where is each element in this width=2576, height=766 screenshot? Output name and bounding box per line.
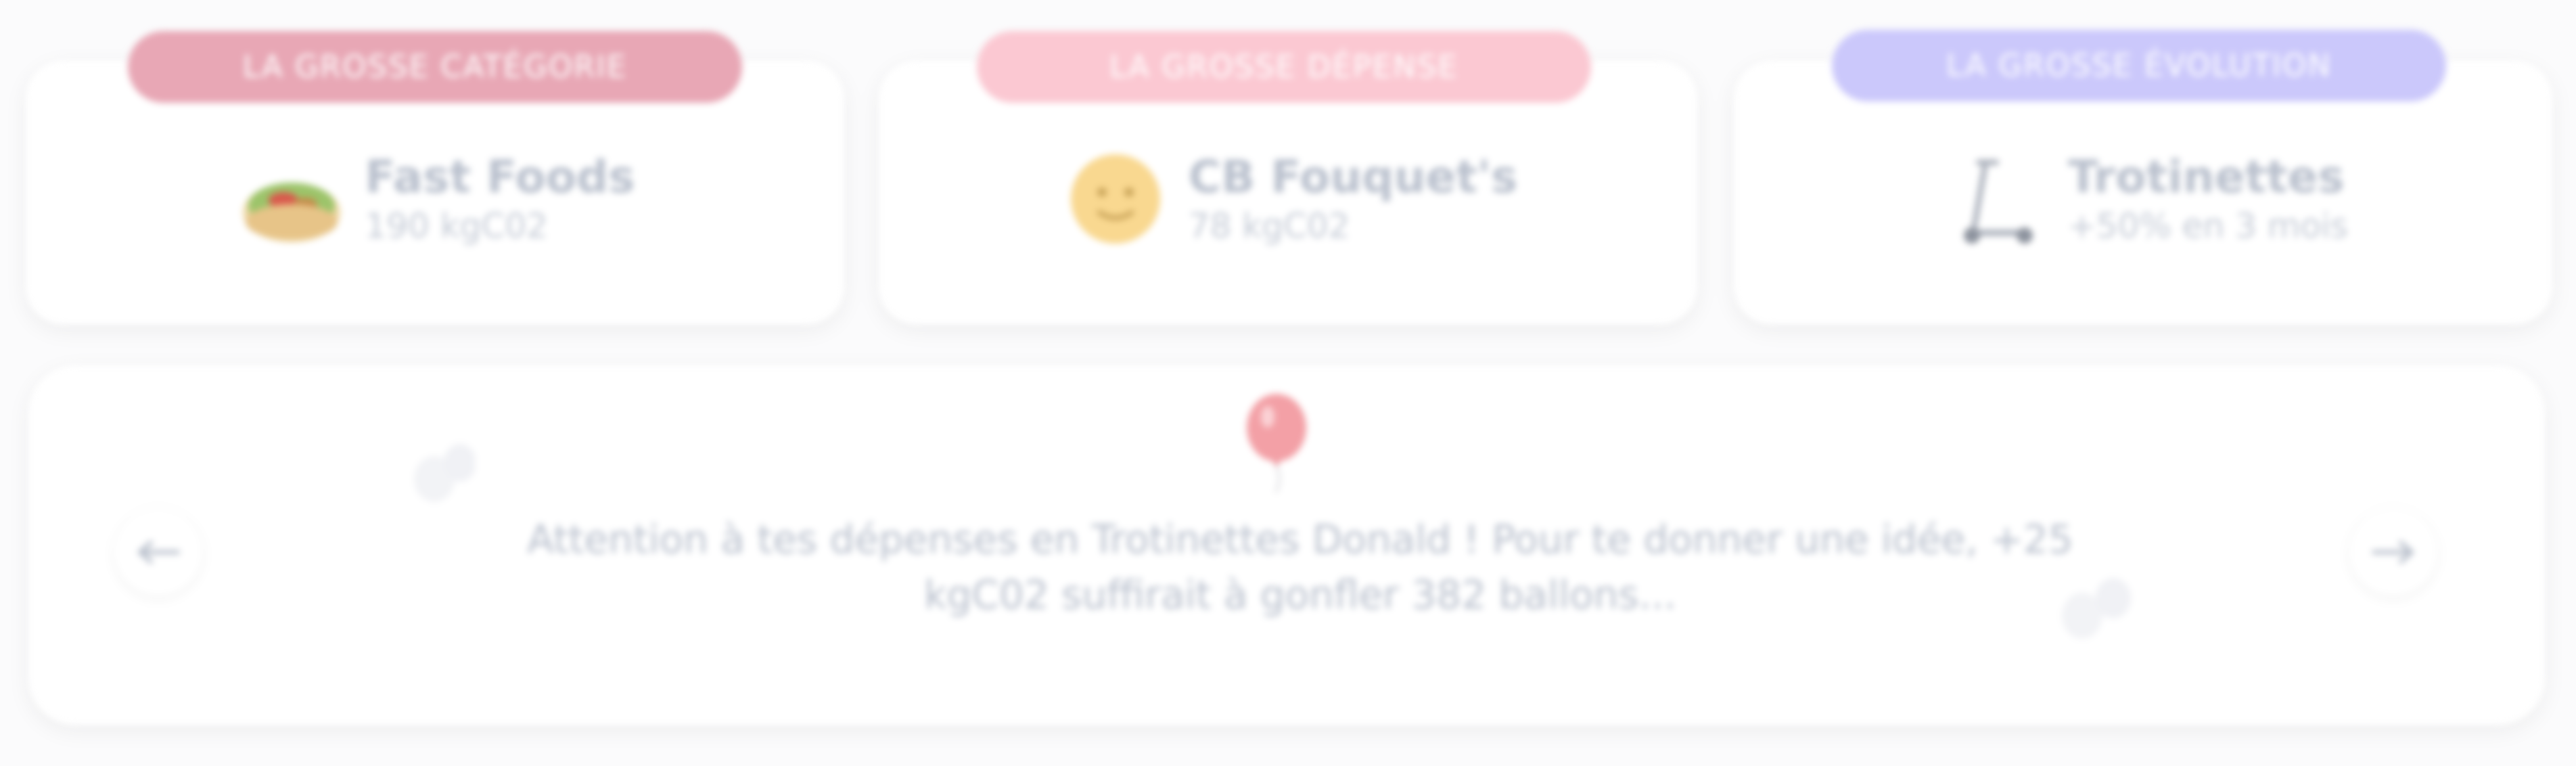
top-evolution-card: LA GROSSE ÉVOLUTION Trotinettes +50% en … xyxy=(1734,30,2552,325)
category-name: Fast Foods xyxy=(365,151,635,203)
next-button[interactable] xyxy=(2350,509,2437,595)
expense-row: CB Fouquet's 78 kgC02 xyxy=(879,142,1697,256)
category-value: 190 kgC02 xyxy=(365,206,548,246)
expense-tag: LA GROSSE DÉPENSE xyxy=(977,31,1591,103)
evolution-row: Trotinettes +50% en 3 mois xyxy=(1734,142,2552,256)
kebab-icon xyxy=(235,142,348,256)
top-expense-card: LA GROSSE DÉPENSE CB Fouquet's 78 kgC02 xyxy=(879,31,1697,325)
category-row: Fast Foods 190 kgC02 xyxy=(26,142,844,256)
previous-button[interactable] xyxy=(115,509,202,595)
category-tag: LA GROSSE CATÉGORIE xyxy=(128,31,742,103)
expense-value: 78 kgC02 xyxy=(1188,206,1350,246)
arrow-left-icon xyxy=(138,541,180,564)
smiley-icon xyxy=(1059,142,1172,256)
evolution-value: +50% en 3 mois xyxy=(2067,206,2349,246)
scooter-icon xyxy=(1938,142,2052,256)
top-category-card: LA GROSSE CATÉGORIE Fast Foods 190 kgC02 xyxy=(26,31,844,325)
arrow-right-icon xyxy=(2372,541,2414,564)
evolution-name: Trotinettes xyxy=(2067,151,2345,203)
insight-message: Attention à tes dépenses en Trotinettes … xyxy=(527,516,2073,618)
evolution-tag: LA GROSSE ÉVOLUTION xyxy=(1832,30,2446,102)
faded-balloon-icon xyxy=(407,438,476,509)
expense-name: CB Fouquet's xyxy=(1188,151,1518,203)
balloon-icon xyxy=(1239,392,1314,497)
insight-card: Attention à tes dépenses en Trotinettes … xyxy=(28,365,2545,725)
